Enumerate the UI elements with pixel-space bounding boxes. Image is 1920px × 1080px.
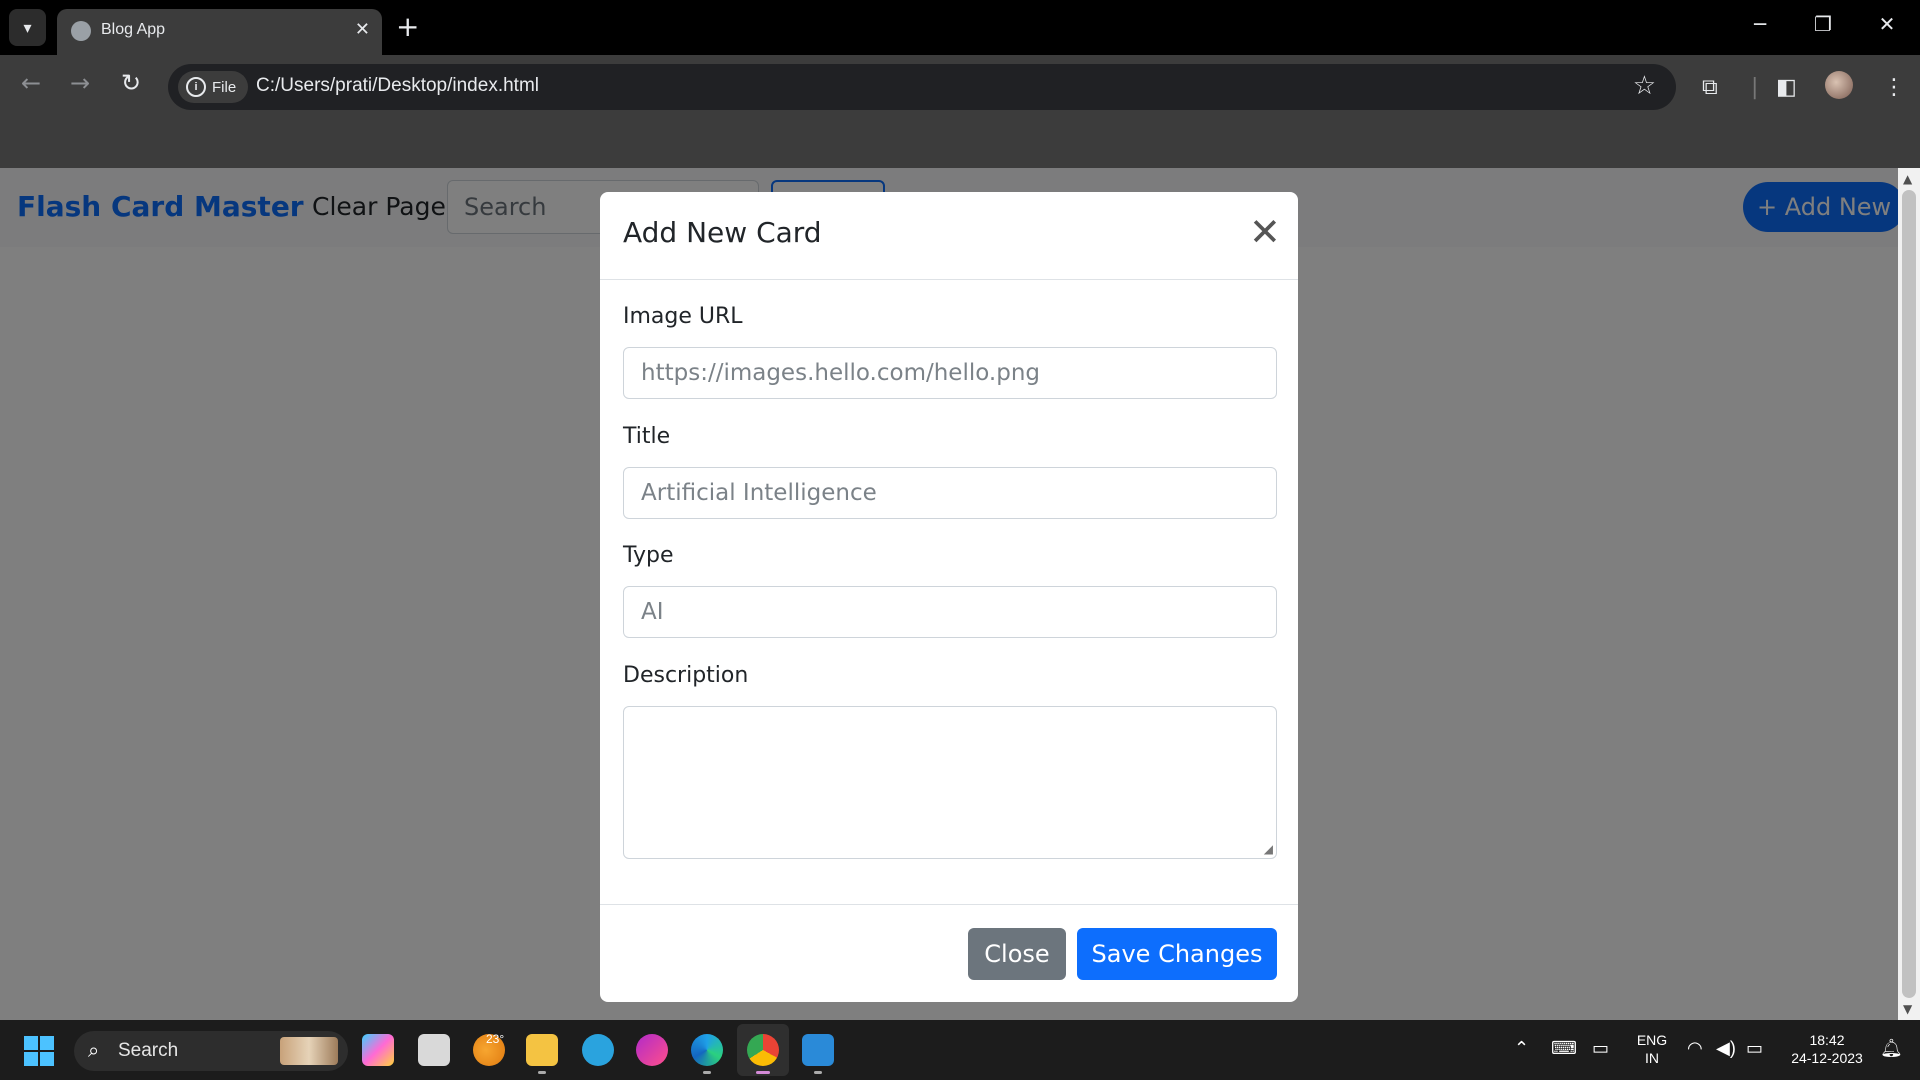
title-label: Title <box>623 424 671 449</box>
keyboard-icon[interactable]: ⌨ <box>1551 1038 1577 1059</box>
taskbar-search[interactable]: ⌕ Search <box>74 1031 348 1071</box>
globe-icon <box>71 21 91 41</box>
address-bar[interactable]: i File C:/Users/prati/Desktop/index.html… <box>168 64 1676 110</box>
browser-toolbar: ← → ↻ i File C:/Users/prati/Desktop/inde… <box>0 55 1920 111</box>
extensions-icon[interactable]: ⧉ <box>1702 75 1718 100</box>
info-icon: i <box>186 77 206 97</box>
clock[interactable]: 18:42 24-12-2023 <box>1782 1031 1872 1067</box>
window-close-button[interactable]: ✕ <box>1867 12 1907 36</box>
bookmark-star-icon[interactable]: ☆ <box>1633 71 1656 101</box>
modal-title: Add New Card <box>623 216 822 249</box>
browser-tab-bar: ▾ Blog App ✕ + ─ ❐ ✕ <box>0 0 1920 55</box>
profile-avatar[interactable] <box>1825 71 1853 99</box>
volume-icon[interactable]: ◀) <box>1716 1038 1736 1059</box>
windows-taskbar: ⌕ Search 23° ⌃ ⌨ ▭ ENG IN ◠ ◀) ▭ 18:42 2… <box>0 1020 1920 1080</box>
description-textarea[interactable]: ◢ <box>623 706 1277 859</box>
taskbar-search-label: Search <box>118 1040 179 1061</box>
clock-date: 24-12-2023 <box>1791 1050 1863 1066</box>
resize-handle-icon[interactable]: ◢ <box>1264 842 1273 856</box>
notifications-bell-icon[interactable]: 🔔︎ <box>1880 1038 1903 1059</box>
reload-icon[interactable]: ↻ <box>115 67 147 99</box>
windows-start-icon[interactable] <box>24 1036 54 1066</box>
type-input[interactable]: AI <box>623 586 1277 638</box>
url-text[interactable]: C:/Users/prati/Desktop/index.html <box>256 75 539 97</box>
language-indicator[interactable]: ENG IN <box>1634 1031 1670 1067</box>
new-tab-button[interactable]: + <box>396 12 419 42</box>
scroll-up-icon[interactable]: ▲ <box>1903 172 1912 186</box>
scrollbar-thumb[interactable] <box>1902 190 1916 998</box>
show-hidden-icons-icon[interactable]: ⌃ <box>1514 1038 1529 1059</box>
description-label: Description <box>623 663 749 688</box>
search-highlight-image <box>280 1037 338 1065</box>
minimize-button[interactable]: ─ <box>1740 12 1780 36</box>
add-card-modal: Add New Card ✕ Image URL https://images.… <box>600 192 1298 1002</box>
tab-close-icon[interactable]: ✕ <box>355 19 370 40</box>
modal-footer: Close Save Changes <box>600 904 1298 1002</box>
page-scrollbar[interactable]: ▲ ▼ <box>1898 168 1920 1020</box>
copilot-icon[interactable] <box>362 1034 394 1066</box>
app-active-indicator <box>756 1071 770 1074</box>
forward-icon[interactable]: → <box>64 67 96 99</box>
language-code: ENG <box>1636 1032 1668 1048</box>
wifi-icon[interactable]: ◠ <box>1687 1038 1703 1059</box>
image-url-input[interactable]: https://images.hello.com/hello.png <box>623 347 1277 399</box>
task-view-icon[interactable] <box>418 1034 450 1066</box>
search-icon: ⌕ <box>88 1038 100 1062</box>
restore-button[interactable]: ❐ <box>1803 12 1843 36</box>
edge-icon[interactable] <box>691 1034 723 1066</box>
app-running-indicator <box>538 1071 546 1074</box>
bookmarks-bar <box>0 111 1920 168</box>
tab-title: Blog App <box>101 21 166 38</box>
type-label: Type <box>623 543 674 568</box>
tab-search-dropdown-icon[interactable]: ▾ <box>9 9 46 46</box>
wps-office-icon[interactable] <box>636 1034 668 1066</box>
modal-header: Add New Card ✕ <box>600 192 1298 280</box>
telegram-icon[interactable] <box>582 1034 614 1066</box>
clock-time: 18:42 <box>1809 1032 1845 1048</box>
browser-tab[interactable]: Blog App ✕ <box>57 9 382 55</box>
toolbar-divider: | <box>1751 75 1759 100</box>
menu-icon[interactable]: ⋮ <box>1883 75 1905 100</box>
region-code: IN <box>1645 1050 1659 1066</box>
save-changes-button[interactable]: Save Changes <box>1077 928 1277 980</box>
app-running-indicator <box>814 1071 822 1074</box>
file-label: File <box>212 78 237 96</box>
touchpad-icon[interactable]: ▭ <box>1592 1038 1609 1059</box>
image-url-label: Image URL <box>623 304 743 329</box>
side-panel-icon[interactable]: ◧ <box>1776 75 1797 100</box>
close-icon[interactable]: ✕ <box>1249 212 1281 252</box>
scroll-down-icon[interactable]: ▼ <box>1903 1002 1912 1016</box>
file-explorer-icon[interactable] <box>526 1034 558 1066</box>
back-icon[interactable]: ← <box>15 67 47 99</box>
title-input[interactable]: Artificial Intelligence <box>623 467 1277 519</box>
battery-icon[interactable]: ▭ <box>1746 1038 1763 1059</box>
app-running-indicator <box>703 1071 711 1074</box>
chrome-icon[interactable] <box>747 1034 779 1066</box>
site-info-chip[interactable]: i File <box>178 71 249 103</box>
close-button[interactable]: Close <box>968 928 1066 980</box>
vscode-icon[interactable] <box>802 1034 834 1066</box>
weather-temp: 23° <box>486 1032 505 1046</box>
